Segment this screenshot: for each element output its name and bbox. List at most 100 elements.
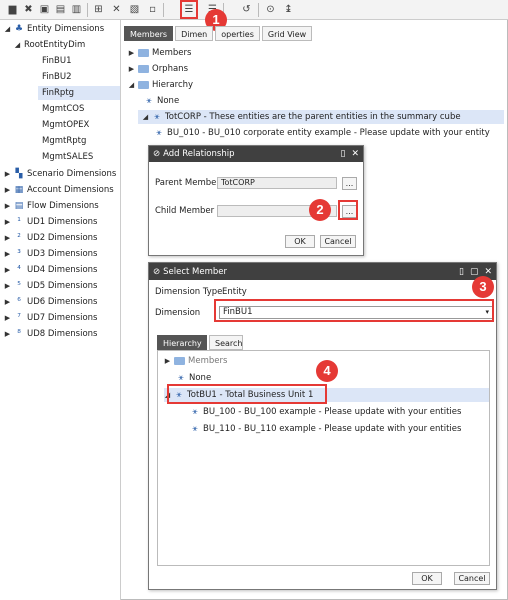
expand-arrow-icon[interactable]: ▶ [128, 62, 135, 76]
tree-item-label: Flow Dimensions [27, 201, 99, 211]
cancel-button[interactable]: Cancel [320, 235, 356, 248]
ok-button[interactable]: OK [285, 235, 315, 248]
search-icon[interactable]: ⊙ [264, 3, 277, 16]
delete-icon[interactable]: ✖ [22, 3, 35, 16]
tree-item-totcorp[interactable]: ◢ ⚹ TotCORP - These entities are the paren… [138, 110, 504, 124]
tree-item-bu100[interactable]: ⚹ BU_100 - BU_100 example - Please update… [190, 405, 461, 419]
tree-item-label: FinBU1 [42, 56, 72, 66]
hierarchy-icon: ⚹ [192, 424, 198, 434]
clipboard-icon[interactable]: ▯ [459, 264, 464, 280]
expand-arrow-icon[interactable]: ▶ [4, 279, 11, 293]
tree-item-entity[interactable]: FinBU1 [42, 54, 71, 68]
copy-icon[interactable]: ▤ [54, 3, 67, 16]
collapse-arrow-icon[interactable]: ◢ [142, 110, 149, 124]
expand-arrow-icon[interactable]: ▶ [4, 231, 11, 245]
callout-2: 2 [309, 199, 331, 221]
tree-item-members[interactable]: ▶ Members [164, 354, 228, 368]
tab-gridview[interactable]: Grid View [261, 26, 313, 41]
entity-dimension-icon: ♣ [14, 24, 24, 34]
expand-icon[interactable]: ↨ [282, 3, 295, 16]
cut-icon[interactable]: ▥ [70, 3, 83, 16]
tree-item-rootentitydim[interactable]: ◢ RootEntityDim [14, 38, 85, 52]
close-icon[interactable]: ✕ [110, 3, 123, 16]
tree-item-ud2-dimensions[interactable]: ▶ ² UD2 Dimensions [4, 231, 98, 245]
expand-arrow-icon[interactable]: ▶ [4, 327, 11, 341]
tree-item-scenario-dimensions[interactable]: ▶ ▚ Scenario Dimensions [4, 167, 116, 181]
tree-item-entity[interactable]: MgmtRptg [42, 134, 86, 148]
tree-item-bu010[interactable]: ⚹ BU_010 - BU_010 corporate entity exampl… [154, 126, 489, 140]
tab-search[interactable]: Search [209, 335, 243, 350]
tree-item-ud4-dimensions[interactable]: ▶ ⁴ UD4 Dimensions [4, 263, 98, 277]
tree-item-entity[interactable]: MgmtSALES [42, 150, 93, 164]
ud5-icon: ⁵ [17, 281, 21, 291]
tree-item-label: Members [152, 48, 192, 58]
expand-arrow-icon[interactable]: ▶ [4, 295, 11, 309]
tree-item-label: UD7 Dimensions [27, 313, 98, 323]
tree-item-label: MgmtSALES [42, 152, 94, 162]
tree-item-hierarchy[interactable]: ◢ Hierarchy [128, 78, 193, 92]
tree-item-entity[interactable]: FinBU2 [42, 70, 71, 84]
tab-members[interactable]: Members [124, 26, 174, 41]
folder-icon [138, 65, 149, 73]
tree-item-members[interactable]: ▶ Members [128, 46, 192, 60]
ok-button[interactable]: OK [412, 572, 442, 585]
ud1-icon: ¹ [17, 217, 21, 227]
hierarchy-icon: ⚹ [154, 112, 160, 122]
collapse-arrow-icon[interactable]: ◢ [4, 22, 11, 36]
new-icon[interactable]: ▧ [128, 3, 141, 16]
expand-arrow-icon[interactable]: ▶ [4, 311, 11, 325]
expand-arrow-icon[interactable]: ▶ [4, 199, 11, 213]
expand-arrow-icon[interactable]: ▶ [4, 183, 11, 197]
save2-icon[interactable]: ▫ [146, 3, 159, 16]
parent-member-field[interactable]: TotCORP [217, 177, 337, 189]
tab-hierarchy[interactable]: Hierarchy [157, 335, 207, 350]
tree-item-ud3-dimensions[interactable]: ▶ ³ UD3 Dimensions [4, 247, 98, 261]
tab-dimension[interactable]: Dimen [175, 26, 214, 41]
add-relationship-icon[interactable]: ☰ [180, 0, 198, 19]
tree-item-flow-dimensions[interactable]: ▶ ▤ Flow Dimensions [4, 199, 99, 213]
app-logo-icon: ⊘ [153, 266, 161, 277]
tree-item-ud1-dimensions[interactable]: ▶ ¹ UD1 Dimensions [4, 215, 98, 229]
expand-arrow-icon[interactable]: ▶ [4, 247, 11, 261]
callout-4: 4 [316, 360, 338, 382]
hierarchy-icon: ⚹ [192, 407, 198, 417]
tree-item-entity-dimensions[interactable]: ◢ ♣ Entity Dimensions [4, 22, 104, 36]
ud4-icon: ⁴ [17, 265, 21, 275]
tree-item-entity[interactable]: MgmtOPEX [42, 118, 89, 132]
clipboard-icon[interactable]: ▯ [341, 146, 346, 162]
tree-item-ud7-dimensions[interactable]: ▶ ⁷ UD7 Dimensions [4, 311, 98, 325]
cancel-button[interactable]: Cancel [454, 572, 490, 585]
tree-item-orphans[interactable]: ▶ Orphans [128, 62, 188, 76]
dialog-title-bar: ⊘ Add Relationship ▯ ✕ [149, 146, 363, 162]
toolbar-separator [87, 3, 88, 17]
tab-properties[interactable]: operties [215, 26, 260, 41]
close-icon[interactable]: ✕ [351, 146, 359, 162]
tree-item-entity[interactable]: MgmtCOS [42, 102, 84, 116]
collapse-arrow-icon[interactable]: ◢ [14, 38, 21, 52]
parent-browse-button[interactable]: ... [342, 177, 357, 190]
tree-item-account-dimensions[interactable]: ▶ ▦ Account Dimensions [4, 183, 114, 197]
expand-arrow-icon[interactable]: ▶ [128, 46, 135, 60]
tree-item-entity-selected[interactable]: FinRptg [38, 86, 120, 100]
tree-item-bu110[interactable]: ⚹ BU_110 - BU_110 example - Please update… [190, 422, 461, 436]
tree-item-none[interactable]: ⚹ None [176, 371, 211, 385]
tree-item-ud8-dimensions[interactable]: ▶ ⁸ UD8 Dimensions [4, 327, 98, 341]
undo-icon[interactable]: ↺ [240, 3, 253, 16]
expand-arrow-icon[interactable]: ▶ [164, 354, 171, 368]
tree-item-none[interactable]: ⚹ None [144, 94, 179, 108]
dimension-type-value: Entity [222, 287, 247, 297]
tree-item-label: TotCORP - These entities are the parent … [165, 112, 461, 122]
tree-item-label: FinRptg [42, 88, 75, 98]
dimension-type-label: Dimension Type [155, 287, 223, 297]
dimension-tree-panel: ◢ ♣ Entity Dimensions ◢ RootEntityDim Fi… [0, 20, 121, 600]
expand-arrow-icon[interactable]: ▶ [4, 167, 11, 181]
save-icon[interactable]: ▣ [38, 3, 51, 16]
tree-item-ud5-dimensions[interactable]: ▶ ⁵ UD5 Dimensions [4, 279, 98, 293]
tree-item-ud6-dimensions[interactable]: ▶ ⁶ UD6 Dimensions [4, 295, 98, 309]
tree-item-label: UD3 Dimensions [27, 249, 98, 259]
expand-arrow-icon[interactable]: ▶ [4, 263, 11, 277]
insert-icon[interactable]: ⊞ [92, 3, 105, 16]
collapse-arrow-icon[interactable]: ◢ [128, 78, 135, 92]
expand-arrow-icon[interactable]: ▶ [4, 215, 11, 229]
open-icon[interactable]: ▆ [6, 3, 19, 16]
